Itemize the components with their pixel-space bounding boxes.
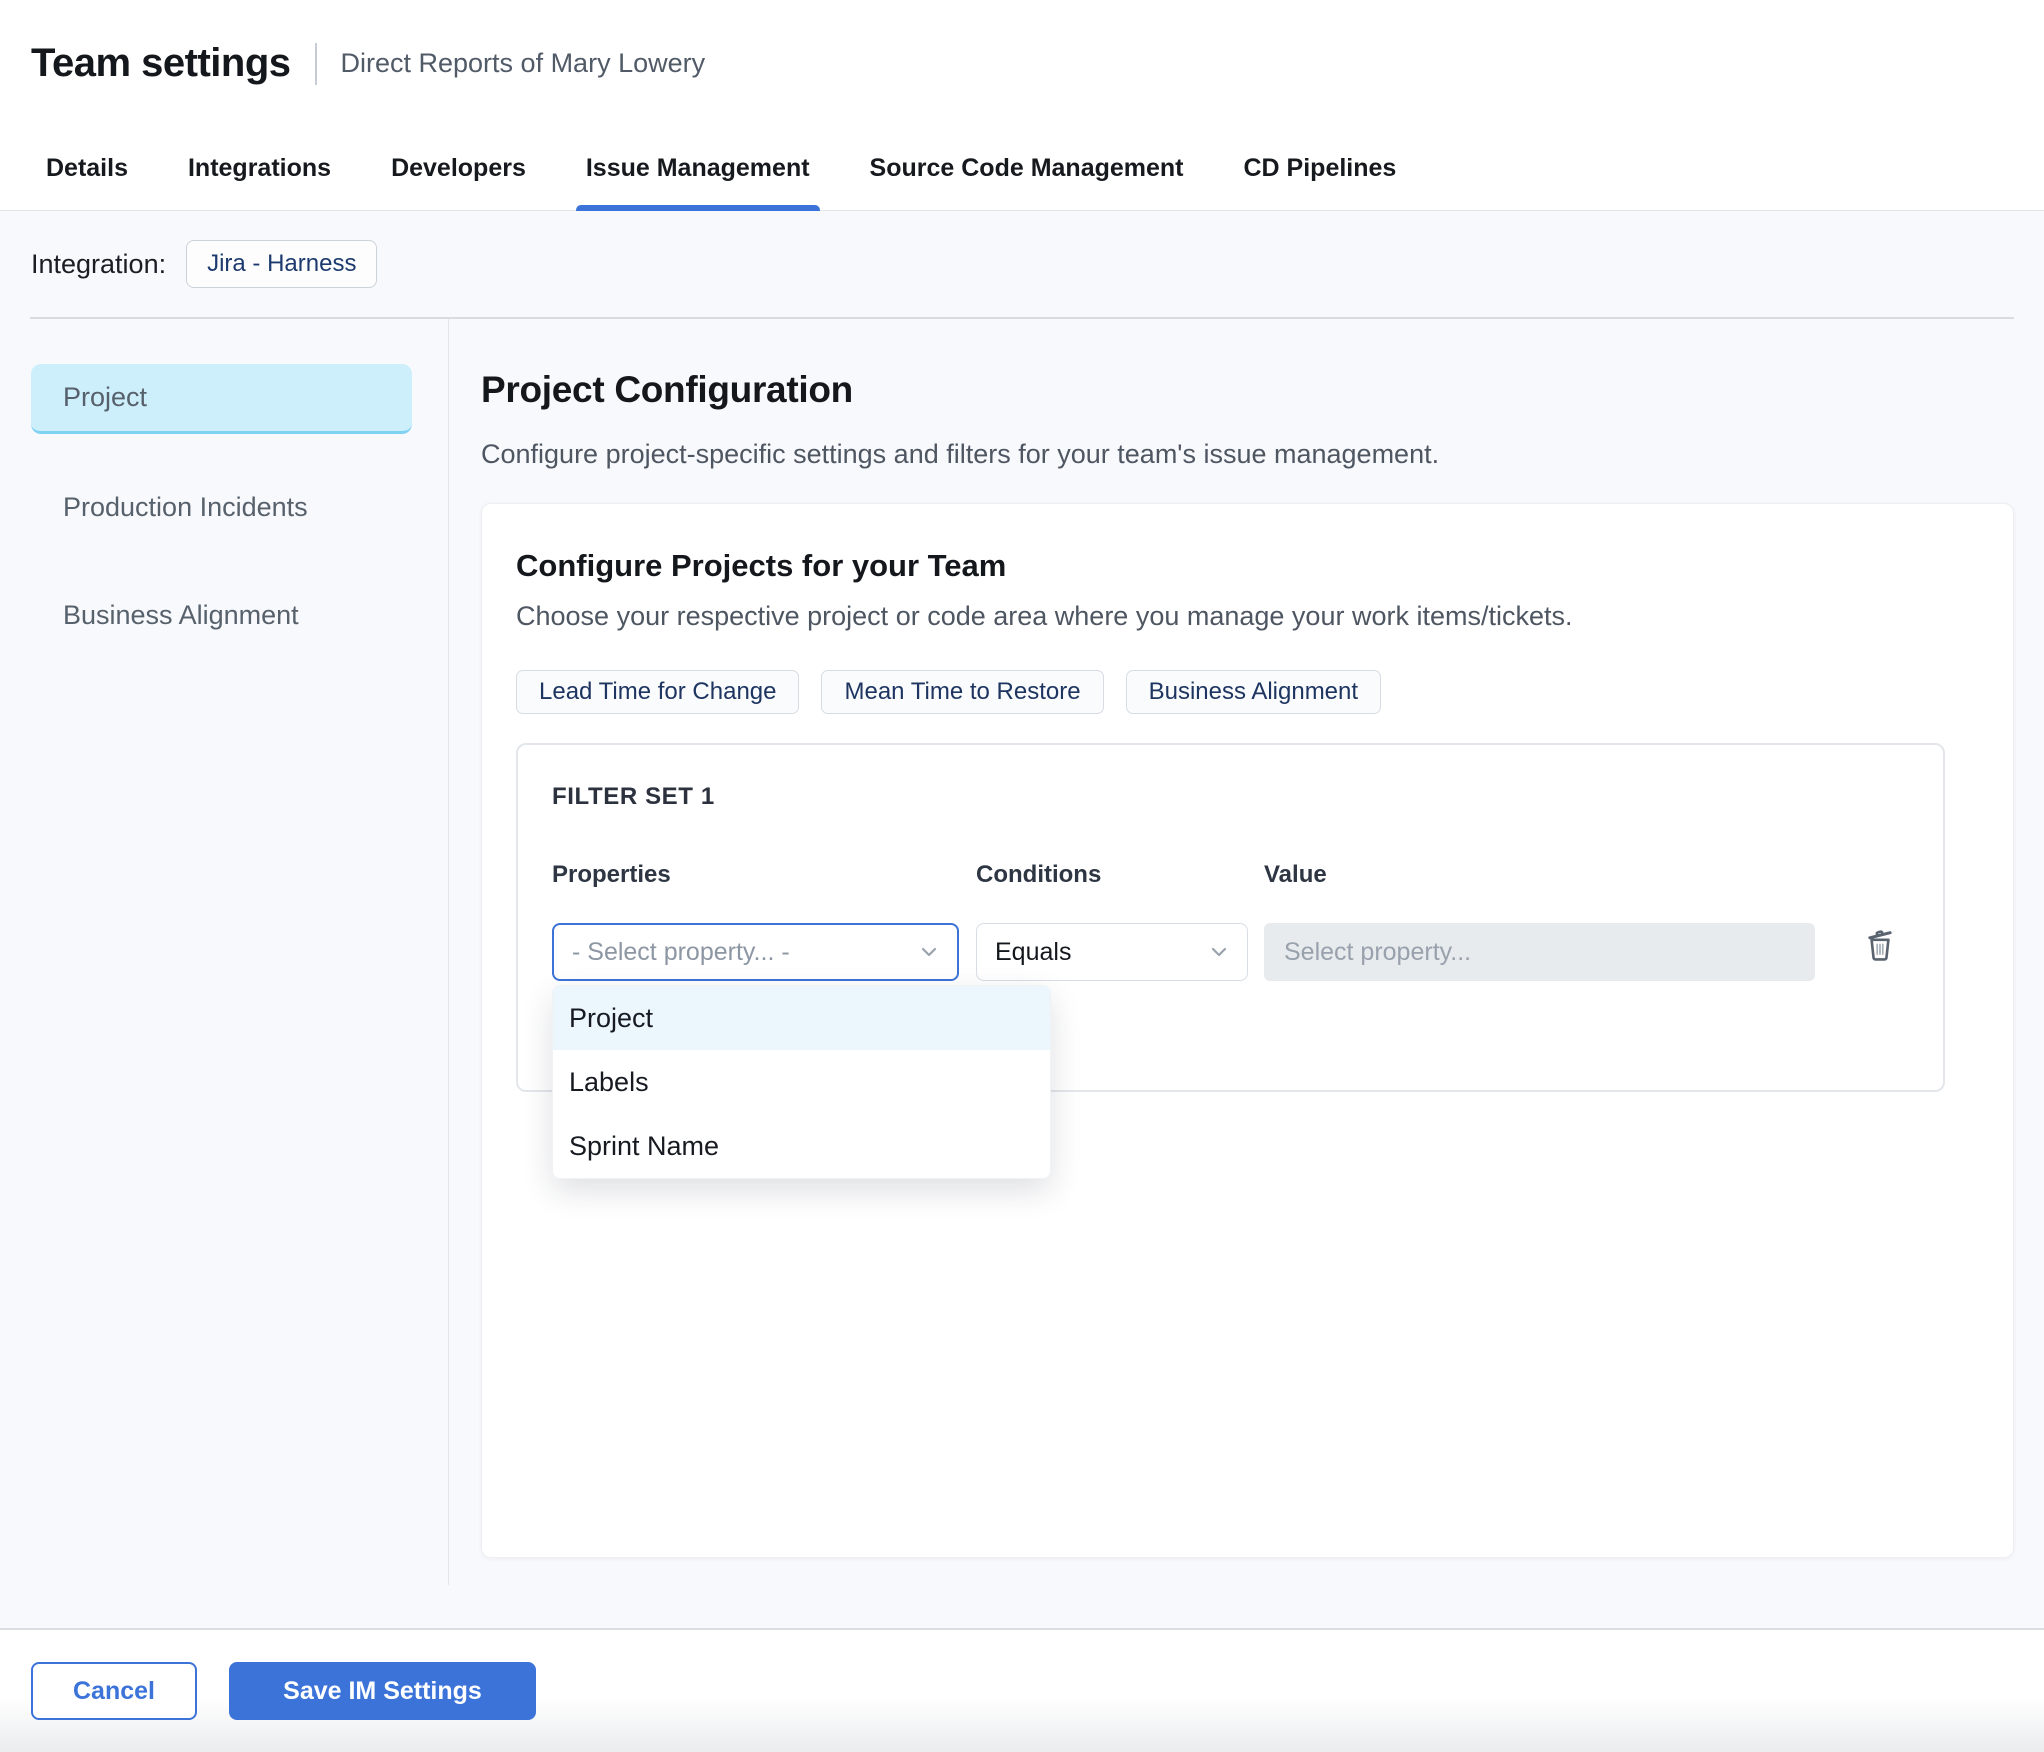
page-subtitle: Direct Reports of Mary Lowery	[340, 48, 706, 78]
tab-issue-management[interactable]: Issue Management	[575, 127, 820, 211]
integration-label: Integration:	[31, 248, 167, 279]
filter-set-1: FILTER SET 1 Properties - Select propert…	[516, 743, 1945, 1179]
sidebar: Project Production Incidents Business Al…	[0, 319, 448, 1628]
page-title: Team settings	[31, 41, 291, 85]
metric-chips: Lead Time for Change Mean Time to Restor…	[516, 670, 1979, 714]
chevron-down-icon	[917, 940, 941, 964]
cancel-button[interactable]: Cancel	[31, 1662, 197, 1720]
sidebar-divider	[448, 319, 449, 1585]
main-content: Project Configuration Configure project-…	[448, 319, 2044, 1628]
card-description: Choose your respective project or code a…	[516, 601, 1573, 631]
chevron-down-icon	[1207, 940, 1231, 964]
menu-item-labels[interactable]: Labels	[553, 1050, 1050, 1114]
condition-select-value: Equals	[995, 937, 1072, 966]
condition-select[interactable]: Equals	[976, 923, 1248, 981]
chip-business-alignment[interactable]: Business Alignment	[1125, 670, 1382, 714]
properties-column-label: Properties	[552, 861, 671, 888]
save-im-settings-button[interactable]: Save IM Settings	[229, 1662, 536, 1720]
property-dropdown-menu: Project Labels Sprint Name	[552, 985, 1051, 1179]
tab-developers[interactable]: Developers	[391, 127, 526, 210]
trash-column	[1859, 861, 1901, 981]
menu-item-sprint-name[interactable]: Sprint Name	[553, 1114, 1050, 1178]
integration-chip[interactable]: Jira - Harness	[186, 240, 378, 288]
delete-filter-button[interactable]	[1859, 923, 1901, 968]
tab-details[interactable]: Details	[46, 127, 128, 210]
content-area: Project Production Incidents Business Al…	[0, 319, 2044, 1628]
property-select[interactable]: - Select property... -	[552, 923, 959, 981]
value-input[interactable]	[1264, 923, 1815, 981]
chip-lead-time-for-change[interactable]: Lead Time for Change	[516, 670, 800, 714]
sidebar-item-production-incidents[interactable]: Production Incidents	[31, 472, 412, 542]
properties-column: Properties - Select property... - Projec…	[552, 861, 1051, 1179]
tab-cd-pipelines[interactable]: CD Pipelines	[1244, 127, 1397, 210]
menu-item-project[interactable]: Project	[553, 986, 1050, 1050]
card-title: Configure Projects for your Team	[516, 548, 1007, 583]
page-header: Team settings Direct Reports of Mary Low…	[0, 0, 2044, 127]
tab-source-code-management[interactable]: Source Code Management	[870, 127, 1184, 210]
trash-icon	[1859, 930, 1901, 968]
page: Team settings Direct Reports of Mary Low…	[0, 0, 2044, 1752]
filter-row: Properties - Select property... - Projec…	[552, 861, 1909, 1179]
filter-set-title: FILTER SET 1	[552, 783, 715, 810]
chip-mean-time-to-restore[interactable]: Mean Time to Restore	[821, 670, 1104, 714]
section-description: Configure project-specific settings and …	[481, 439, 1440, 469]
conditions-column-label: Conditions	[976, 861, 1102, 888]
tab-integrations[interactable]: Integrations	[188, 127, 331, 210]
value-column: Value	[1264, 861, 1815, 981]
section-title: Project Configuration	[481, 369, 853, 410]
conditions-column: Conditions Equals	[976, 861, 1248, 981]
sidebar-item-project[interactable]: Project	[31, 364, 412, 434]
value-column-label: Value	[1264, 861, 1327, 888]
configure-projects-card: Configure Projects for your Team Choose …	[481, 503, 2014, 1558]
sidebar-item-business-alignment[interactable]: Business Alignment	[31, 580, 412, 650]
title-divider	[314, 42, 317, 85]
tab-bar: Details Integrations Developers Issue Ma…	[0, 127, 2044, 211]
integration-row: Integration: Jira - Harness	[0, 211, 2044, 317]
property-select-value: - Select property... -	[572, 937, 790, 966]
footer: Cancel Save IM Settings	[0, 1628, 2044, 1752]
